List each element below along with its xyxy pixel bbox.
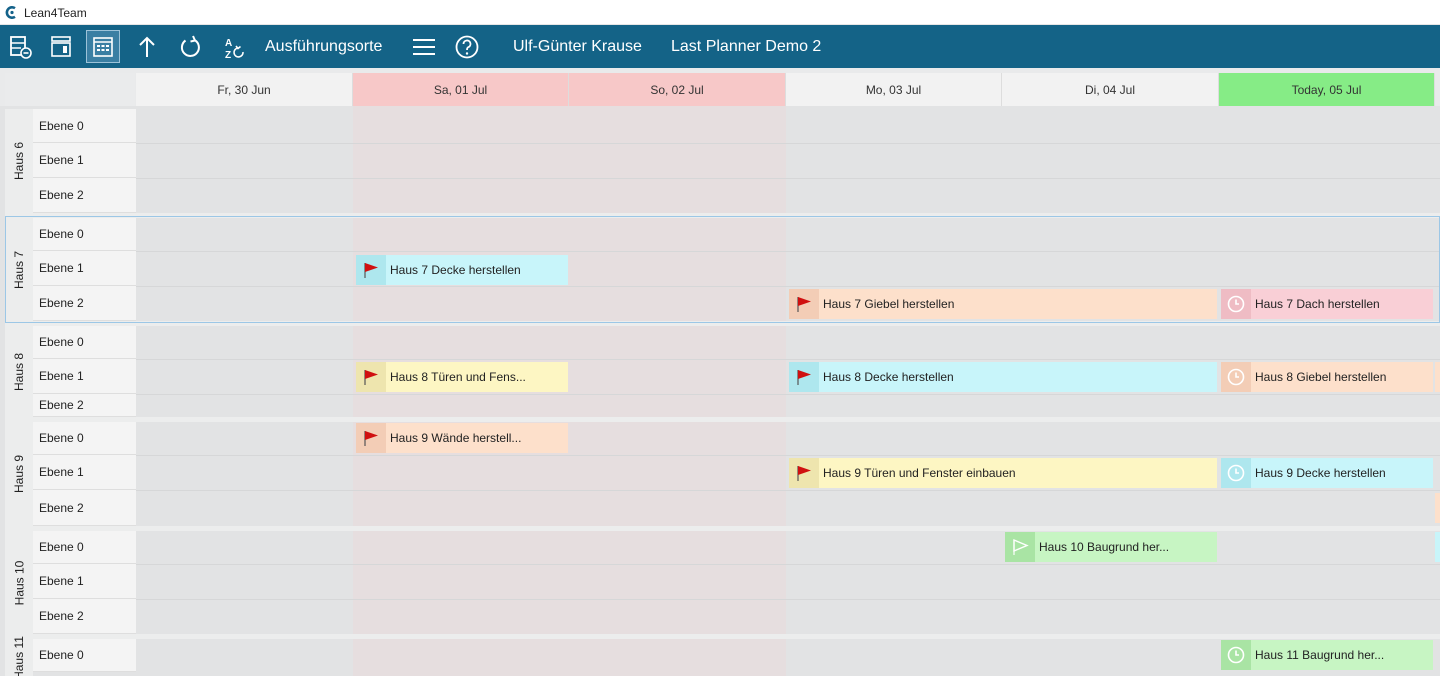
red-flag-icon [356,362,386,392]
clock-icon [1221,458,1251,488]
level-label: Ebene 0 [33,639,136,672]
task-card[interactable]: Haus 9 Türen und Fenster einbauen [789,458,1217,488]
columns-view-icon [51,35,71,57]
day-header-sat[interactable]: Sa, 01 Jul [353,73,569,106]
level-label: Ebene 1 [33,455,136,490]
locations-menu[interactable]: Ausführungsorte [265,38,382,56]
day-header-today[interactable]: Today, 05 Jul [1219,73,1435,106]
red-flag-icon [789,458,819,488]
task-overflow-stub[interactable] [1435,532,1440,562]
main-toolbar: A Z Ausführungsorte Ulf-Günter Krause La… [0,25,1440,68]
task-card[interactable]: Haus 7 Dach herstellen [1221,289,1433,319]
level-label: Ebene 1 [33,251,136,286]
red-flag-icon [789,362,819,392]
calendar-icon [93,36,113,57]
level-label: Ebene 0 [33,109,136,143]
view-columns-button[interactable] [44,30,78,63]
task-card[interactable]: Haus 8 Türen und Fens... [356,362,568,392]
day-header-tue[interactable]: Di, 04 Jul [1002,73,1219,106]
day-header-mon[interactable]: Mo, 03 Jul [786,73,1002,106]
header-corner [5,73,135,106]
red-flag-icon [356,255,386,285]
task-card[interactable]: Haus 9 Wände herstell... [356,423,568,453]
menu-button[interactable] [407,30,441,63]
house-label: Haus 11 [5,636,33,676]
planner-grid: Haus 6 Ebene 0 Ebene 1 Ebene 2 Haus 7 Eb… [0,106,1440,676]
clock-icon [1221,362,1251,392]
day-header-fri[interactable]: Fr, 30 Jun [136,73,353,106]
level-label: Ebene 2 [33,599,136,634]
house-label: Haus 8 [5,326,33,417]
level-label: Ebene 0 [33,326,136,359]
sort-button[interactable]: A Z [217,30,251,63]
task-card[interactable]: Haus 8 Giebel herstellen [1221,362,1433,392]
task-card[interactable]: Haus 10 Baugrund her... [1005,532,1217,562]
white-flag-icon [1005,532,1035,562]
title-bar: Lean4Team [0,0,1440,25]
calendar-view-button[interactable] [86,30,120,63]
house-label: Haus 6 [5,109,33,213]
day-header: Fr, 30 Jun Sa, 01 Jul So, 02 Jul Mo, 03 … [0,68,1440,106]
house-label: Haus 10 [5,531,33,634]
clock-icon [1221,640,1251,670]
list-settings-icon [10,35,32,59]
level-label: Ebene 2 [33,394,136,417]
level-label: Ebene 2 [33,490,136,526]
arrow-up-icon [139,36,155,57]
level-label: Ebene 0 [33,531,136,564]
task-overflow-stub[interactable] [1435,362,1440,392]
level-label: Ebene 1 [33,359,136,394]
help-button[interactable] [450,30,484,63]
clock-icon [1221,289,1251,319]
level-label: Ebene 1 [33,143,136,178]
sort-az-icon: A Z [225,38,244,61]
project-name[interactable]: Last Planner Demo 2 [671,38,821,56]
house-label: Haus 7 [5,218,33,321]
level-label: Ebene 0 [33,422,136,455]
refresh-button[interactable] [173,30,207,63]
help-icon [455,35,479,58]
task-card[interactable]: Haus 9 Decke herstellen [1221,458,1433,488]
svg-text:A: A [225,38,232,49]
task-card[interactable]: Haus 8 Decke herstellen [789,362,1217,392]
level-label: Ebene 2 [33,286,136,321]
window-title: Lean4Team [24,6,87,20]
hamburger-menu-icon [413,38,435,55]
house-label: Haus 9 [5,422,33,526]
level-label: Ebene 2 [33,178,136,213]
day-header-sun[interactable]: So, 02 Jul [569,73,786,106]
svg-text:Z: Z [225,50,231,61]
red-flag-icon [789,289,819,319]
level-label: Ebene 0 [33,218,136,251]
task-card[interactable]: Haus 7 Decke herstellen [356,255,568,285]
view-list-button[interactable] [4,30,38,63]
app-logo-icon [5,6,16,19]
user-name[interactable]: Ulf-Günter Krause [513,38,642,56]
red-flag-icon [356,423,386,453]
task-card[interactable]: Haus 7 Giebel herstellen [789,289,1217,319]
level-label: Ebene 1 [33,564,136,599]
move-up-button[interactable] [130,30,164,63]
refresh-icon [180,35,200,57]
task-card[interactable]: Haus 11 Baugrund her... [1221,640,1433,670]
task-overflow-stub[interactable] [1435,493,1440,523]
